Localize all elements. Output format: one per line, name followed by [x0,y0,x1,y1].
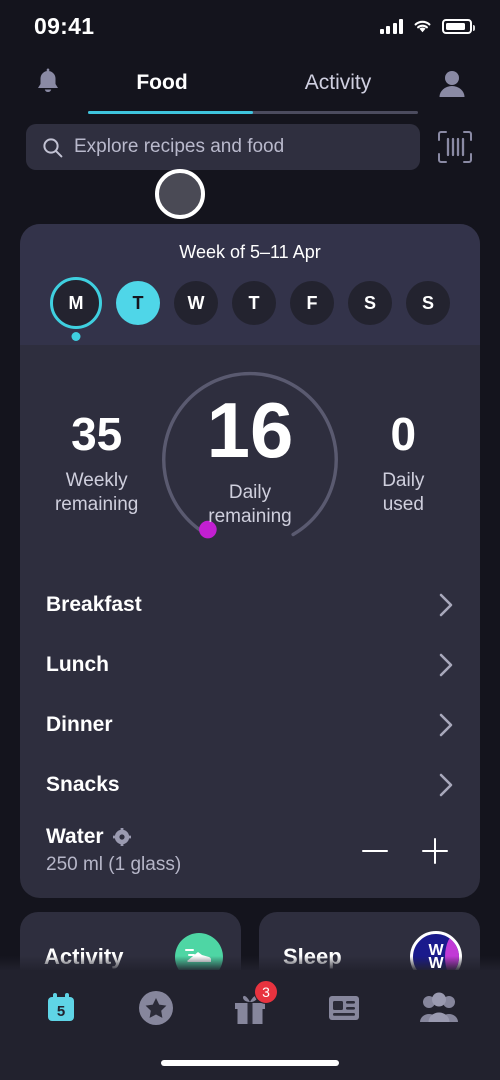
day-chip-monday[interactable]: M [50,277,102,329]
bell-icon [38,68,58,92]
search-icon [43,137,63,157]
signal-bars-icon [379,18,403,34]
star-circle-icon [138,991,173,1025]
meal-label: Breakfast [46,593,142,616]
water-increment-button[interactable] [422,837,448,864]
calendar-icon: 5 [48,993,75,1021]
day-chip-sunday[interactable]: S [406,281,450,325]
day-chip-saturday[interactable]: S [348,281,392,325]
chevron-right-icon [439,593,453,617]
day-chip-tuesday[interactable]: T [116,281,160,325]
meal-label: Snacks [46,773,120,796]
week-title: Week of 5–11 Apr [179,242,321,262]
home-indicator-bar [161,1060,339,1066]
stat-weekly-remaining: 35 Weekly remaining [20,345,173,517]
tab-activity[interactable]: Activity [250,52,426,114]
day-label: M [68,292,84,313]
status-bar: 09:41 [0,0,500,52]
weekly-remaining-value: 35 [71,408,123,460]
nav-item-articles[interactable] [312,982,376,1034]
day-chip-thursday[interactable]: T [232,281,276,325]
tab-underline [88,111,418,114]
gear-icon[interactable] [112,828,131,846]
week-selector: Week of 5–11 Apr M T W T F S S [20,224,480,345]
meal-label: Dinner [46,713,113,736]
day-chip-wednesday[interactable]: W [174,281,218,325]
profile-avatar-icon [439,71,465,97]
tab-food-label: Food [136,71,188,94]
status-icons [379,18,475,34]
calendar-day-number: 5 [57,1003,65,1020]
tab-activity-label: Activity [304,71,372,94]
search-input[interactable]: Explore recipes and food [26,124,420,170]
chevron-right-icon [439,653,453,677]
day-chip-friday[interactable]: F [290,281,334,325]
weekly-remaining-label-2: remaining [54,493,139,515]
stat-daily-remaining: 16 Daily remaining [173,345,326,529]
daily-remaining-label-1: Daily [228,482,272,503]
day-label: F [306,292,318,313]
tab-bar: Food Activity [74,52,426,114]
day-label: T [132,292,144,313]
nav-item-today[interactable]: 5 [29,982,93,1034]
water-amount: 250 ml (1 glass) [46,854,182,875]
daily-summary-card: Week of 5–11 Apr M T W T F S S 35 Weekly… [20,224,480,898]
daily-used-label-2: used [382,493,424,515]
battery-icon [442,18,475,34]
water-row: Water 250 ml (1 glass) [20,815,480,898]
people-icon [419,992,458,1022]
daily-used-value: 0 [390,408,417,460]
notifications-button[interactable] [22,57,74,109]
water-decrement-button[interactable] [362,838,388,864]
article-icon [329,996,360,1020]
meal-row-lunch[interactable]: Lunch [20,635,480,695]
scroll-fade [0,956,500,970]
points-summary: 35 Weekly remaining 16 Daily remaining 0… [20,345,480,575]
day-label: W [187,292,205,313]
meal-row-dinner[interactable]: Dinner [20,695,480,755]
nav-item-rewards[interactable]: 3 [218,980,282,1034]
nav-item-community[interactable] [407,982,471,1034]
chevron-right-icon [439,713,453,737]
touch-cursor-indicator [155,169,205,219]
tab-food[interactable]: Food [74,52,250,114]
nav-item-favorites[interactable] [124,982,188,1034]
rewards-badge: 3 [253,980,278,1004]
search-row: Explore recipes and food [0,114,500,170]
meal-row-breakfast[interactable]: Breakfast [20,575,480,635]
day-label: T [248,292,260,313]
day-label: S [363,292,376,313]
daily-used-label-1: Daily [382,470,425,491]
day-list: M T W T F S S [20,277,480,329]
water-label: Water [46,825,104,848]
barcode-scanner-icon [438,131,472,163]
search-placeholder: Explore recipes and food [74,136,285,157]
weekly-remaining-label-1: Weekly [65,470,128,491]
meal-row-snacks[interactable]: Snacks [20,755,480,815]
bottom-nav-bar: 5 3 [0,970,500,1080]
stat-daily-used: 0 Daily used [327,345,480,517]
ww-logo-bottom: W [428,955,444,972]
barcode-scan-button[interactable] [432,124,478,170]
top-nav: Food Activity [0,52,500,114]
status-time: 09:41 [34,12,95,39]
stat-row: 35 Weekly remaining 16 Daily remaining 0… [20,345,480,575]
chevron-right-icon [439,773,453,797]
day-label: S [421,292,434,313]
wifi-icon [414,20,431,33]
daily-remaining-label-2: remaining [208,505,292,527]
app-screen: 09:41 Food Activity Explore recipes and … [0,0,500,1080]
content-scroll[interactable]: Week of 5–11 Apr M T W T F S S 35 Weekly… [0,216,500,1080]
profile-button[interactable] [426,57,478,109]
daily-remaining-value: 16 [206,386,294,474]
meal-label: Lunch [46,653,109,676]
